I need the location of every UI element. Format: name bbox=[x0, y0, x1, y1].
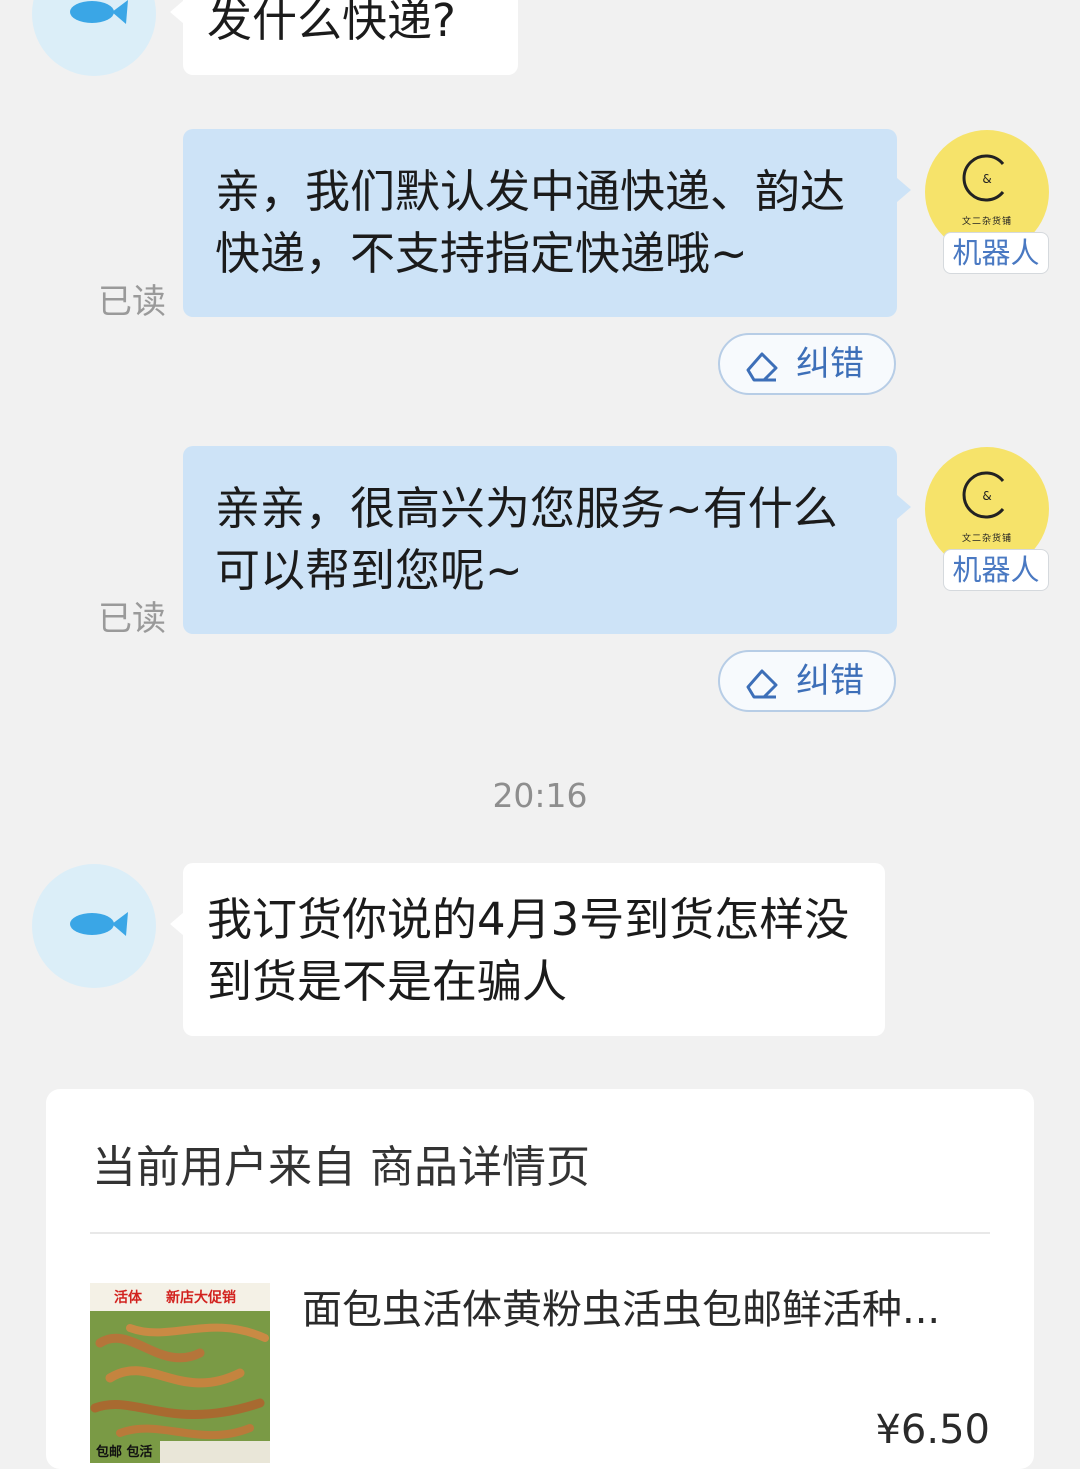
message-text: 发什么快递? bbox=[207, 0, 456, 47]
message-timestamp: 20:16 bbox=[492, 776, 588, 815]
shop-logo-icon: & bbox=[962, 154, 1005, 202]
fish-icon bbox=[70, 912, 128, 936]
shop-name: 文二杂货铺 bbox=[961, 217, 1012, 227]
product-card[interactable]: 当前用户来自 商品详情页 活体 新店大促销 包邮 包活 面包虫活体黄粉虫活虫包邮… bbox=[46, 1089, 1034, 1469]
shop-name: 文二杂货铺 bbox=[961, 534, 1012, 544]
correct-button[interactable]: 纠错 bbox=[718, 333, 896, 395]
shop-logo-icon: & bbox=[962, 471, 1005, 519]
chat-thread: 发什么快递? 已读 亲，我们默认发中通快递、韵达快递，不支持指定快递哦~ & 文… bbox=[0, 0, 1080, 1469]
read-status: 已读 bbox=[98, 599, 166, 639]
user-avatar[interactable] bbox=[32, 864, 156, 988]
bubble-tail bbox=[170, 912, 184, 936]
correct-label: 纠错 bbox=[796, 344, 864, 384]
bubble-tail bbox=[170, 0, 184, 24]
user-message-bubble[interactable]: 我订货你说的4月3号到货怎样没到货是不是在骗人 bbox=[183, 863, 885, 1036]
correct-label: 纠错 bbox=[796, 661, 864, 701]
product-price: ¥6.50 bbox=[875, 1407, 990, 1453]
read-status: 已读 bbox=[98, 282, 166, 322]
eraser-icon bbox=[746, 669, 778, 699]
message-text: 我订货你说的4月3号到货怎样没到货是不是在骗人 bbox=[207, 893, 850, 1008]
user-origin-label: 当前用户来自 商品详情页 bbox=[92, 1142, 590, 1193]
badge-promo: 新店大促销 bbox=[166, 1290, 236, 1306]
badge-live: 活体 bbox=[114, 1290, 142, 1306]
product-title[interactable]: 面包虫活体黄粉虫活虫包邮鲜活种... bbox=[302, 1277, 972, 1335]
correct-button[interactable]: 纠错 bbox=[718, 650, 896, 712]
message-text: 亲亲，很高兴为您服务~有什么可以帮到您呢~ bbox=[215, 482, 838, 597]
svg-text:&: & bbox=[982, 172, 991, 186]
bubble-tail bbox=[897, 495, 911, 519]
user-avatar[interactable] bbox=[32, 0, 156, 76]
product-thumbnail[interactable]: 活体 新店大促销 包邮 包活 bbox=[90, 1283, 270, 1463]
bot-message-bubble[interactable]: 亲，我们默认发中通快递、韵达快递，不支持指定快递哦~ bbox=[183, 129, 897, 317]
svg-text:&: & bbox=[982, 489, 991, 503]
bubble-tail bbox=[897, 178, 911, 202]
fish-icon bbox=[70, 0, 128, 24]
divider bbox=[90, 1232, 990, 1234]
mealworm-image-icon bbox=[90, 1283, 270, 1463]
eraser-icon bbox=[746, 352, 778, 382]
robot-tag: 机器人 bbox=[943, 232, 1049, 274]
message-text: 亲，我们默认发中通快递、韵达快递，不支持指定快递哦~ bbox=[215, 165, 846, 280]
robot-tag: 机器人 bbox=[943, 549, 1049, 591]
user-message-bubble[interactable]: 发什么快递? bbox=[183, 0, 518, 75]
badge-shipping: 包邮 包活 bbox=[96, 1445, 153, 1460]
bot-message-bubble[interactable]: 亲亲，很高兴为您服务~有什么可以帮到您呢~ bbox=[183, 446, 897, 634]
